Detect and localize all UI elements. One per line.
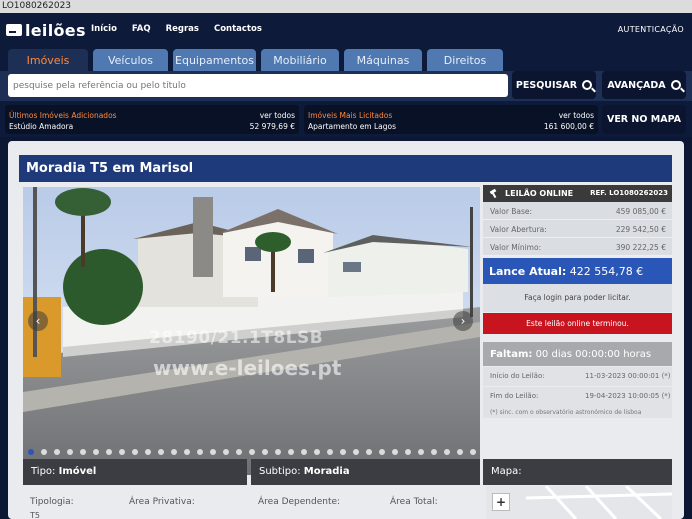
logo-icon (6, 24, 22, 36)
spec-area-dependente-label: Área Dependente: (258, 497, 341, 507)
listing-panel: Moradia T5 em Marisol 28190/21.1T8LSB ww… (8, 141, 684, 519)
tab-equipamentos[interactable]: Equipamentos (173, 49, 256, 71)
time-remaining-value: 00 dias 00:00:00 horas (535, 349, 652, 360)
valor-minimo-row: Valor Mínimo: 390 222,25 € (483, 238, 672, 256)
subtype-value: Moradia (303, 466, 350, 477)
latest-price: 52 979,69 € (249, 122, 295, 131)
spec-tipologia-value: T5 (30, 511, 40, 519)
current-bid-value: 422 554,78 € (569, 265, 644, 278)
time-remaining-label: Faltam: (490, 349, 533, 360)
valor-base-label: Valor Base: (490, 207, 533, 216)
auction-end-row: Fim do Leilão: 19-04-2023 10:00:05 (*) (483, 387, 672, 406)
auction-ended-banner: Este leilão online terminou. (483, 313, 672, 334)
time-sync-note: (*) sinc. com o observatório astronómico… (483, 406, 672, 418)
auction-start-row: Início do Leilão: 11-03-2023 00:00:01 (*… (483, 367, 672, 386)
search-button-label: PESQUISAR (515, 79, 578, 91)
latest-item[interactable]: Estúdio Amadora (9, 122, 73, 131)
listing-title: Moradia T5 em Marisol (19, 155, 672, 182)
valor-abertura-row: Valor Abertura: 229 542,50 € (483, 220, 672, 238)
property-photo-carousel[interactable]: 28190/21.1T8LSB www.e-leiloes.pt ‹ › (23, 187, 480, 475)
spec-tipologia-label: Tipologia: (30, 497, 74, 507)
subtype-bar: Subtipo: Moradia (251, 459, 480, 485)
nav-contactos[interactable]: Contactos (214, 24, 262, 34)
auction-sidebar: LEILÃO ONLINE REF. LO1080262023 Valor Ba… (483, 185, 672, 418)
map-bar: Mapa: (483, 459, 672, 485)
auction-end-label: Fim do Leilão: (490, 392, 539, 400)
site-logo[interactable]: leilões (6, 20, 86, 40)
search-button[interactable]: PESQUISAR (512, 71, 596, 99)
auction-start-value: 11-03-2023 00:00:01 (*) (585, 372, 671, 380)
prev-photo-button[interactable]: ‹ (28, 311, 48, 331)
next-photo-button[interactable]: › (453, 311, 473, 331)
valor-abertura-label: Valor Abertura: (490, 225, 547, 234)
valor-abertura-value: 229 542,50 € (615, 225, 666, 234)
search-input[interactable] (8, 74, 508, 97)
type-value: Imóvel (58, 466, 97, 477)
login-to-bid-message[interactable]: Faça login para poder licitar. (483, 284, 672, 312)
window-ref-strip: LO1080262023 (0, 0, 692, 13)
nav-inicio[interactable]: Início (91, 24, 117, 34)
nav-faq[interactable]: FAQ (132, 24, 151, 34)
spec-area-total-label: Área Total: (390, 497, 438, 507)
tab-direitos[interactable]: Direitos (427, 49, 503, 71)
latest-label: Últimos Imóveis Adicionados (9, 111, 117, 120)
top-nav: Início FAQ Regras Contactos (91, 24, 277, 34)
valor-minimo-label: Valor Mínimo: (490, 243, 542, 252)
valor-base-row: Valor Base: 459 085,00 € (483, 202, 672, 220)
advanced-search-icon (670, 80, 681, 90)
category-tabs: Imóveis Veículos Equipamentos Mobiliário… (0, 45, 692, 71)
valor-base-value: 459 085,00 € (615, 207, 666, 216)
map-tiles (525, 484, 673, 519)
map-view-button[interactable]: VER NO MAPA (602, 105, 686, 134)
advanced-search-button[interactable]: AVANÇADA (602, 71, 686, 99)
search-icon (582, 80, 593, 90)
time-remaining: Faltam: 00 dias 00:00:00 horas (483, 342, 672, 366)
current-bid-label: Lance Atual: (489, 265, 567, 278)
gavel-icon (489, 189, 497, 198)
location-map[interactable]: + (486, 484, 673, 519)
tab-imoveis[interactable]: Imóveis (8, 49, 88, 71)
spec-area-privativa-label: Área Privativa: (129, 497, 195, 507)
tab-veiculos[interactable]: Veículos (93, 49, 168, 71)
type-label: Tipo: (31, 466, 56, 477)
top-bids-price: 161 600,00 € (543, 122, 594, 131)
auth-link[interactable]: AUTENTICAÇÃO (618, 25, 684, 34)
auction-end-value: 19-04-2023 10:00:05 (*) (585, 392, 671, 400)
logo-text: leilões (25, 20, 86, 40)
top-bids-box[interactable]: Imóveis Mais Licitados Apartamento em La… (304, 105, 598, 134)
tab-maquinas[interactable]: Máquinas (344, 49, 422, 71)
top-bids-label: Imóveis Mais Licitados (308, 111, 393, 120)
auction-status-header: LEILÃO ONLINE REF. LO1080262023 (483, 185, 672, 202)
type-bar: Tipo: Imóvel (23, 459, 247, 485)
latest-see-all[interactable]: ver todos (260, 111, 295, 120)
auction-status: LEILÃO ONLINE (505, 189, 574, 198)
top-bids-item[interactable]: Apartamento em Lagos (308, 122, 396, 131)
stats-row: Últimos Imóveis Adicionados Estúdio Amad… (0, 101, 692, 137)
subtype-label: Subtipo: (259, 466, 301, 477)
tab-mobiliario[interactable]: Mobiliário (261, 49, 339, 71)
advanced-search-label: AVANÇADA (607, 79, 666, 91)
latest-properties-box[interactable]: Últimos Imóveis Adicionados Estúdio Amad… (5, 105, 299, 134)
top-bids-see-all[interactable]: ver todos (559, 111, 594, 120)
auction-start-label: Início do Leilão: (490, 372, 545, 380)
map-zoom-in-button[interactable]: + (492, 493, 510, 511)
auction-ref: REF. LO1080262023 (590, 189, 668, 197)
search-row: PESQUISAR AVANÇADA (0, 71, 692, 101)
current-bid: Lance Atual: 422 554,78 € (483, 258, 672, 284)
nav-regras[interactable]: Regras (166, 24, 199, 34)
case-ref-watermark: 28190/21.1T8LSB (149, 328, 324, 348)
top-nav-bar: leilões Início FAQ Regras Contactos AUTE… (0, 13, 692, 45)
site-watermark: www.e-leiloes.pt (153, 356, 342, 380)
valor-minimo-value: 390 222,25 € (615, 243, 666, 252)
